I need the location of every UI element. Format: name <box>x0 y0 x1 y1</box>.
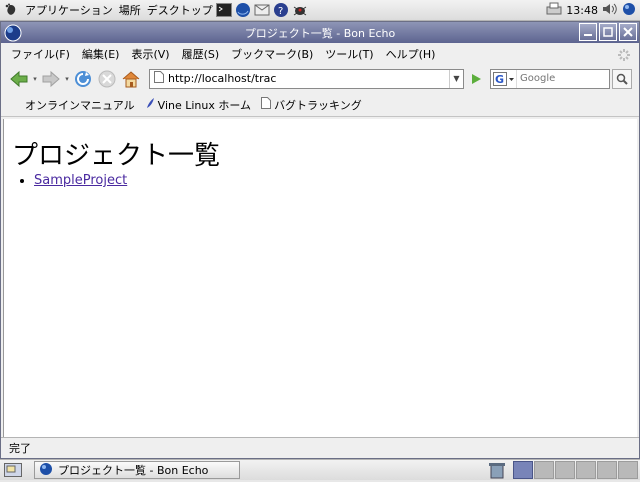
status-text: 完了 <box>9 442 31 455</box>
page-icon <box>261 97 272 112</box>
printer-icon[interactable] <box>546 2 562 19</box>
menu-bookmarks[interactable]: ブックマーク(B) <box>225 46 319 62</box>
terminal-launcher-icon[interactable] <box>215 2 232 18</box>
browser-window: プロジェクト一覧 - Bon Echo ファイル(F) 編集(E) 表示(V) … <box>0 21 640 459</box>
menu-edit[interactable]: 編集(E) <box>76 46 126 62</box>
url-text[interactable]: http://localhost/trac <box>168 72 449 85</box>
trash-icon[interactable] <box>488 461 506 482</box>
workspace-2[interactable] <box>534 461 554 479</box>
places-menu[interactable]: 場所 <box>119 2 141 18</box>
workspace-5[interactable] <box>597 461 617 479</box>
bookmark-label: オンラインマニュアル <box>25 98 135 112</box>
close-button[interactable] <box>619 23 637 41</box>
firefox-launcher-icon[interactable] <box>235 2 251 18</box>
taskbar-button-browser[interactable]: プロジェクト一覧 - Bon Echo <box>34 461 240 479</box>
page-icon <box>154 71 164 86</box>
menu-view[interactable]: 表示(V) <box>125 46 175 62</box>
workspace-switcher <box>513 461 638 479</box>
forward-button[interactable] <box>39 67 63 91</box>
home-button[interactable] <box>119 67 143 91</box>
volume-icon[interactable] <box>602 2 618 19</box>
navigation-toolbar: ▾ ▾ http://localhost/trac ▼ G <box>1 64 639 93</box>
taskbar-button-label: プロジェクト一覧 - Bon Echo <box>58 464 209 477</box>
reload-button[interactable] <box>71 67 95 91</box>
clock[interactable]: 13:48 <box>566 4 598 17</box>
mail-launcher-icon[interactable] <box>254 2 270 18</box>
vine-leaf-icon <box>145 97 155 112</box>
svg-text:?: ? <box>278 6 283 17</box>
bookmark-bug-tracking[interactable]: バグトラッキング <box>261 97 362 113</box>
bookmark-label: バグトラッキング <box>274 98 362 112</box>
menu-file[interactable]: ファイル(F) <box>5 46 76 62</box>
forward-history-chevron-icon[interactable]: ▾ <box>63 75 71 83</box>
desktop-menu[interactable]: デスクトップ <box>147 2 213 18</box>
bottom-panel: プロジェクト一覧 - Bon Echo <box>0 459 640 480</box>
stop-button[interactable] <box>95 67 119 91</box>
bookmarks-toolbar: オンラインマニュアル Vine Linux ホーム バグトラッキング <box>1 93 639 117</box>
throbber-icon <box>617 48 631 65</box>
project-list: SampleProject <box>16 173 127 188</box>
minimize-button[interactable] <box>579 23 597 41</box>
applications-menu[interactable]: アプリケーション <box>25 2 113 18</box>
window-menu-globe-icon[interactable] <box>4 24 22 42</box>
project-link-sampleproject[interactable]: SampleProject <box>34 173 127 188</box>
search-button[interactable] <box>612 68 632 89</box>
page-content: プロジェクト一覧 SampleProject <box>3 119 637 437</box>
gnome-foot-icon[interactable] <box>3 2 19 18</box>
search-engine-selector[interactable]: G <box>491 69 517 88</box>
search-input[interactable] <box>517 70 607 87</box>
workspace-6[interactable] <box>618 461 638 479</box>
svg-text:G: G <box>495 73 504 86</box>
firefox-globe-icon <box>39 462 53 479</box>
workspace-4[interactable] <box>576 461 596 479</box>
menu-tools[interactable]: ツール(T) <box>319 46 379 62</box>
url-dropdown-chevron-icon[interactable]: ▼ <box>449 69 463 88</box>
workspace-1[interactable] <box>513 461 533 479</box>
window-title: プロジェクト一覧 - Bon Echo <box>244 26 396 40</box>
window-titlebar[interactable]: プロジェクト一覧 - Bon Echo <box>1 22 639 43</box>
show-desktop-icon[interactable] <box>2 461 24 479</box>
maximize-button[interactable] <box>599 23 617 41</box>
bookmark-vine-linux-home[interactable]: Vine Linux ホーム <box>145 97 251 113</box>
menu-help[interactable]: ヘルプ(H) <box>380 46 442 62</box>
status-bar: 完了 <box>1 437 639 458</box>
back-history-chevron-icon[interactable]: ▾ <box>31 75 39 83</box>
list-item: SampleProject <box>34 173 127 188</box>
menu-history[interactable]: 履歴(S) <box>176 46 226 62</box>
page-title: プロジェクト一覧 <box>12 141 221 171</box>
top-panel: アプリケーション 場所 デスクトップ ? 13:48 <box>0 0 640 21</box>
menubar: ファイル(F) 編集(E) 表示(V) 履歴(S) ブックマーク(B) ツール(… <box>1 43 639 64</box>
workspace-3[interactable] <box>555 461 575 479</box>
network-globe-icon[interactable] <box>622 2 636 19</box>
url-bar[interactable]: http://localhost/trac ▼ <box>149 68 464 89</box>
bug-launcher-icon[interactable] <box>292 2 308 18</box>
back-button[interactable] <box>7 67 31 91</box>
help-launcher-icon[interactable]: ? <box>273 2 289 18</box>
search-bar: G <box>490 68 610 89</box>
bookmark-label: Vine Linux ホーム <box>157 98 252 112</box>
bookmark-online-manual[interactable]: オンラインマニュアル <box>25 97 135 113</box>
go-button[interactable] <box>466 69 486 89</box>
